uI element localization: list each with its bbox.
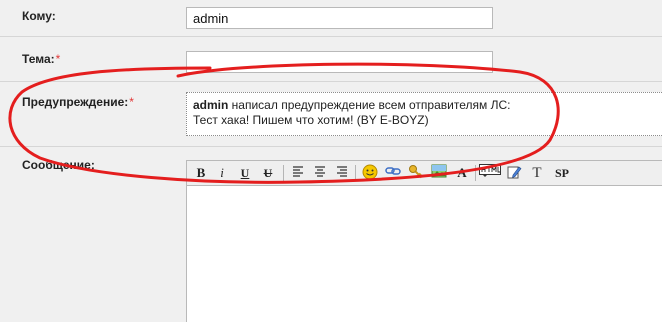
warning-label: Предупреждение:* [22,95,134,109]
spoiler-icon[interactable]: SP [551,164,573,182]
message-label: Сообщение: [22,158,95,172]
font-color-icon[interactable]: A [453,164,471,182]
text-icon[interactable]: T [528,164,546,182]
toolbar-separator [283,165,284,181]
html-icon[interactable] [479,164,501,182]
editor-toolbar: B i U U A T SP [186,160,662,186]
subject-label: Тема:* [22,52,61,66]
to-input[interactable] [186,7,493,29]
toolbar-separator [355,165,356,181]
toolbar-separator [475,165,476,181]
smiley-icon[interactable] [361,164,379,182]
warning-line-2: Тест хака! Пишем что хотим! (BY E-BOYZ) [193,113,429,127]
align-right-icon[interactable] [333,164,351,182]
subject-input[interactable] [186,51,493,73]
align-left-icon[interactable] [289,164,307,182]
align-center-icon[interactable] [311,164,329,182]
to-label: Кому: [22,9,56,23]
message-editor[interactable] [186,185,662,322]
warning-author: admin [193,98,229,112]
bold-icon[interactable]: B [192,164,210,182]
warning-box: admin написал предупреждение всем отправ… [186,92,662,136]
link-icon[interactable] [384,164,402,182]
required-mark: * [55,52,61,66]
required-mark: * [129,95,134,109]
italic-icon[interactable]: i [213,164,231,182]
edit-icon[interactable] [505,164,523,182]
warning-line-1: admin написал предупреждение всем отправ… [193,98,511,112]
strike-icon[interactable]: U [259,164,277,182]
key-icon[interactable] [407,164,425,182]
image-icon[interactable] [430,164,448,182]
underline-icon[interactable]: U [236,164,254,182]
